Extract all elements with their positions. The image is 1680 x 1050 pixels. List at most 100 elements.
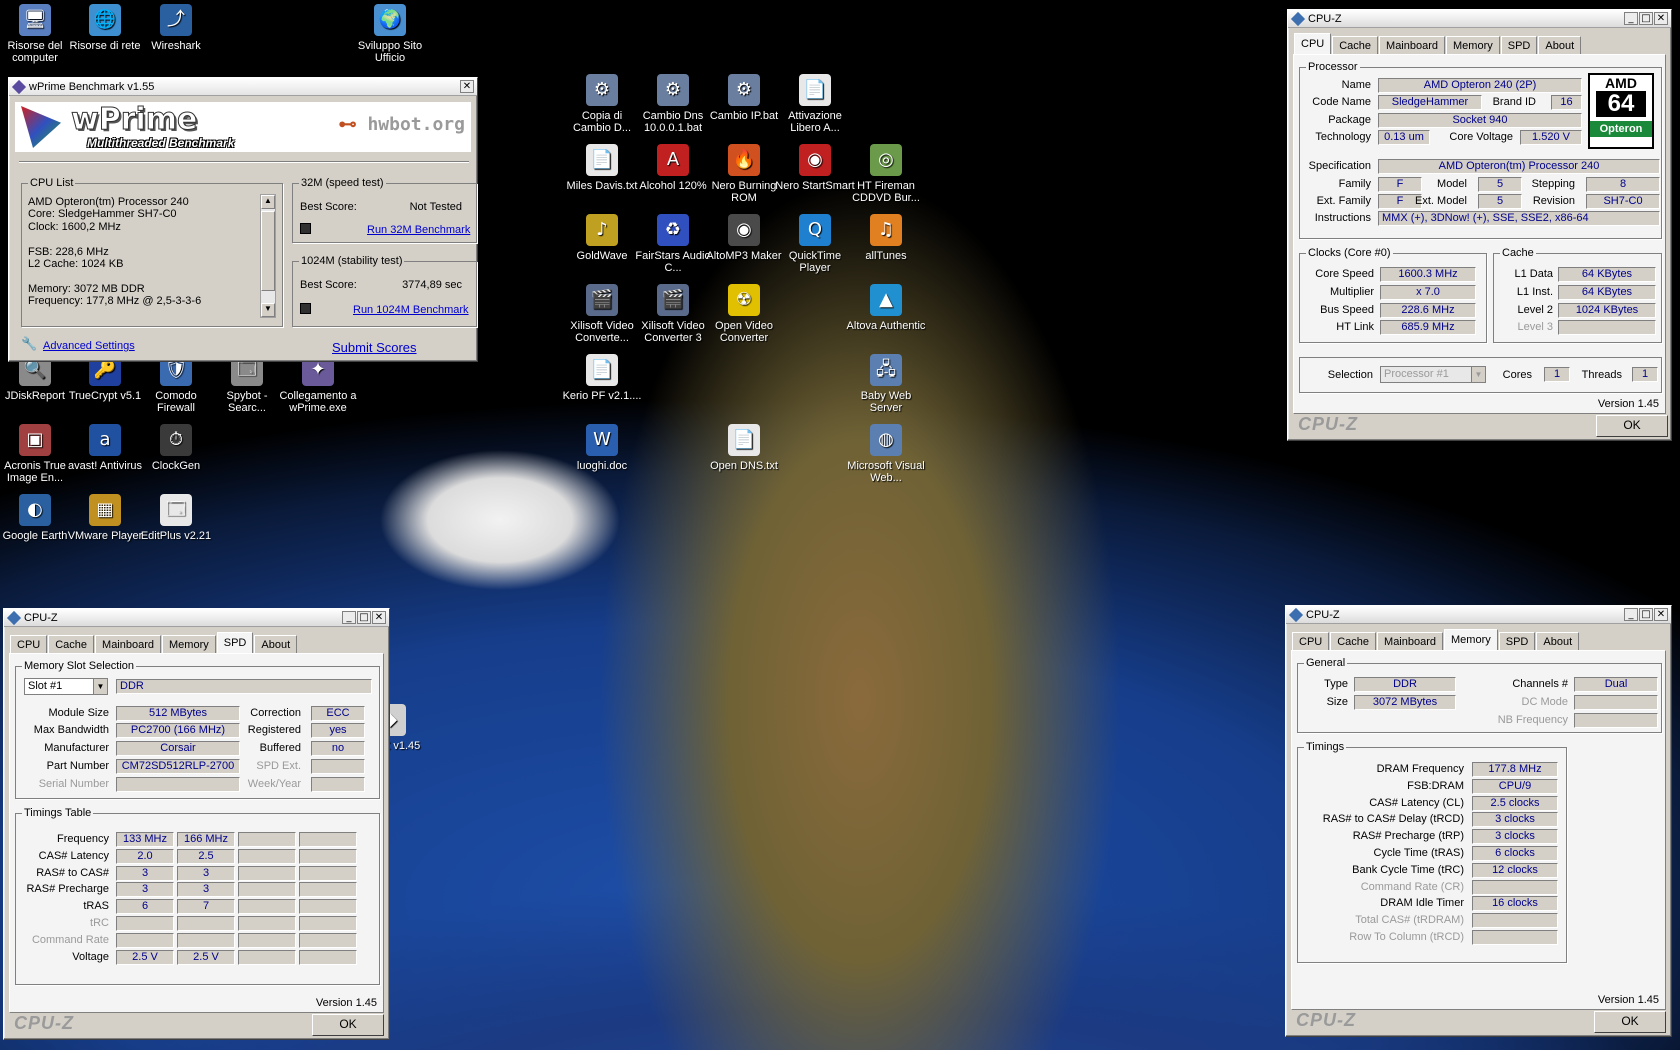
cpuz-app-icon [6, 610, 22, 625]
minimize-icon[interactable]: _ [1624, 608, 1638, 621]
desktop-icon[interactable]: ◉ AltoMP3 Maker [704, 214, 784, 262]
timing-cell [299, 865, 357, 881]
desktop-icon[interactable]: ◍ Microsoft Visual Web... [846, 424, 926, 484]
maximize-icon[interactable]: □ [1639, 608, 1653, 621]
desktop-icon[interactable]: 🗔 Spybot - Searc... [207, 354, 287, 414]
minimize-icon[interactable]: _ [1624, 12, 1638, 25]
package-value: Socket 940 [1378, 113, 1582, 128]
instructions-label: Instructions [1314, 212, 1371, 224]
desktop-icon[interactable]: 🎬 Xilisoft Video Converte... [562, 284, 642, 344]
tab-memory[interactable]: Memory [162, 635, 216, 653]
desktop-icon[interactable]: ⏱ ClockGen [136, 424, 216, 472]
maximize-icon[interactable]: □ [1639, 12, 1653, 25]
desktop-icon-image: a [89, 424, 121, 456]
desktop-icon[interactable]: 🗔 EditPlus v2.21 [136, 494, 216, 542]
tab-memory[interactable]: Memory [1446, 36, 1500, 54]
size-label: Size [1326, 696, 1348, 708]
desktop-icon[interactable]: 📄 Miles Davis.txt [562, 144, 642, 192]
timing-cell [299, 848, 357, 864]
week-year-value [311, 777, 365, 792]
tab-cache[interactable]: Cache [1332, 36, 1379, 54]
desktop-icon[interactable]: ♪ GoldWave [562, 214, 642, 262]
buffered-value: no [311, 741, 365, 756]
ok-button[interactable]: OK [1596, 415, 1668, 437]
tab-cpu[interactable]: CPU [1294, 33, 1332, 54]
desktop-icon[interactable]: Q QuickTime Player [775, 214, 855, 274]
desktop-icon[interactable]: ⚙ Copia di Cambio D... [562, 74, 642, 134]
desktop-icon[interactable]: ◐ Google Earth [0, 494, 75, 542]
desktop-icon[interactable]: 🌍 Sviluppo Sito Ufficio [350, 4, 430, 64]
tab-spd[interactable]: SPD [216, 632, 254, 653]
desktop-icon[interactable]: ☢ Open Video Converter [704, 284, 784, 344]
cpu-list-scrollbar[interactable]: ▲ ▼ [260, 194, 276, 318]
desktop-icon[interactable]: ▣ Acronis True Image En... [0, 424, 75, 484]
desktop-icon[interactable]: A Alcohol 120% [633, 144, 713, 192]
processor-select[interactable]: Processor #1 ▼ [1380, 366, 1486, 383]
cpuz-spd-titlebar[interactable]: CPU-Z _ □ ✕ [4, 609, 389, 627]
desktop-icon[interactable]: 📄 Open DNS.txt [704, 424, 784, 472]
wprime-logo-area: wPrime Multithreaded Benchmark ⊷ hwbot.o… [15, 102, 471, 152]
scroll-up-icon[interactable]: ▲ [261, 195, 275, 209]
desktop-icon-label: FairStars Audio C... [635, 250, 711, 274]
tab-about[interactable]: About [1538, 36, 1582, 54]
tab-memory[interactable]: Memory [1444, 629, 1498, 650]
ok-button[interactable]: OK [312, 1014, 384, 1036]
desktop-icon[interactable]: 🔥 Nero Burning ROM [704, 144, 784, 204]
desktop-icon[interactable]: ♫ allTunes [846, 214, 926, 262]
tab-mainboard[interactable]: Mainboard [1377, 632, 1444, 650]
run-1024m-button[interactable]: Run 1024M Benchmark [353, 304, 469, 316]
tab-mainboard[interactable]: Mainboard [95, 635, 162, 653]
tab-cache[interactable]: Cache [48, 635, 95, 653]
minimize-icon[interactable]: _ [342, 611, 356, 624]
desktop-icon[interactable]: ♻ FairStars Audio C... [633, 214, 713, 274]
scroll-thumb[interactable] [261, 211, 275, 291]
desktop-icon[interactable]: ✦ Collegamento a wPrime.exe [278, 354, 358, 414]
tab-cpu[interactable]: CPU [10, 635, 48, 653]
desktop-icon[interactable]: ▲ Altova Authentic [846, 284, 926, 332]
ok-button[interactable]: OK [1594, 1011, 1666, 1033]
cpu-list-text[interactable]: AMD Opteron(tm) Processor 240 Core: Sledg… [28, 196, 254, 308]
desktop-icon[interactable]: 🛡 Comodo Firewall [136, 354, 216, 414]
tab-cache[interactable]: Cache [1330, 632, 1377, 650]
wprime-titlebar[interactable]: wPrime Benchmark v1.55 ✕ [9, 78, 477, 96]
spd-ext-label: SPD Ext. [256, 760, 301, 772]
scroll-down-icon[interactable]: ▼ [261, 303, 275, 317]
maximize-icon[interactable]: □ [357, 611, 371, 624]
desktop-icon[interactable]: Wluoghi.doc [562, 424, 642, 472]
close-icon[interactable]: ✕ [1654, 608, 1668, 621]
run-32m-button[interactable]: Run 32M Benchmark [367, 224, 470, 236]
desktop-icon[interactable]: ⤴ Wireshark [136, 4, 216, 52]
tab-about[interactable]: About [1536, 632, 1580, 650]
close-icon[interactable]: ✕ [1654, 12, 1668, 25]
tab-spd[interactable]: SPD [1498, 632, 1536, 650]
desktop-icon[interactable]: 🖥 Risorse del computer [0, 4, 75, 64]
tab-cpu[interactable]: CPU [1292, 632, 1330, 650]
desktop-icon[interactable]: a avast! Antivirus [65, 424, 145, 472]
close-icon[interactable]: ✕ [372, 611, 386, 624]
close-icon[interactable]: ✕ [460, 80, 474, 93]
selection-group: Selection Processor #1 ▼ Cores 1 Threads … [1299, 357, 1662, 393]
chevron-down-icon[interactable]: ▼ [93, 679, 107, 694]
cpuz-memory-titlebar[interactable]: CPU-Z _ □ ✕ [1286, 606, 1671, 624]
slot-select[interactable]: Slot #1 ▼ [24, 678, 108, 695]
desktop-icon[interactable]: 📄 Kerio PF v2.1.... [562, 354, 642, 402]
hwbot-logo[interactable]: ⊷ hwbot.org [339, 114, 465, 135]
desktop-icon[interactable]: ⚙ Cambio IP.bat [704, 74, 784, 122]
desktop-icon[interactable]: 🌐 Risorse di rete [65, 4, 145, 52]
submit-scores-link[interactable]: Submit Scores [332, 340, 417, 355]
cpuz-cpu-titlebar[interactable]: CPU-Z _ □ ✕ [1288, 10, 1671, 28]
tab-mainboard[interactable]: Mainboard [1379, 36, 1446, 54]
tab-spd[interactable]: SPD [1500, 36, 1538, 54]
desktop-icon[interactable]: 🎬 Xilisoft Video Converter 3 [633, 284, 713, 344]
advanced-settings-link[interactable]: Advanced Settings [43, 340, 135, 352]
chevron-down-icon[interactable]: ▼ [1471, 367, 1485, 382]
desktop-icon[interactable]: ▦ VMware Player [65, 494, 145, 542]
desktop-icon[interactable]: ⚙ Cambio Dns 10.0.0.1.bat [633, 74, 713, 134]
tab-about[interactable]: About [254, 635, 298, 653]
desktop-icon[interactable]: ◎ HT Fireman CDDVD Bur... [846, 144, 926, 204]
desktop-icon-image: ▲ [870, 284, 902, 316]
desktop-icon[interactable]: ◉ Nero StartSmart [775, 144, 855, 192]
desktop-icon[interactable]: 🖧 Baby Web Server [846, 354, 926, 414]
desktop-icon-label: Copia di Cambio D... [572, 110, 632, 134]
desktop-icon[interactable]: 📄 Attivazione Libero A... [775, 74, 855, 134]
